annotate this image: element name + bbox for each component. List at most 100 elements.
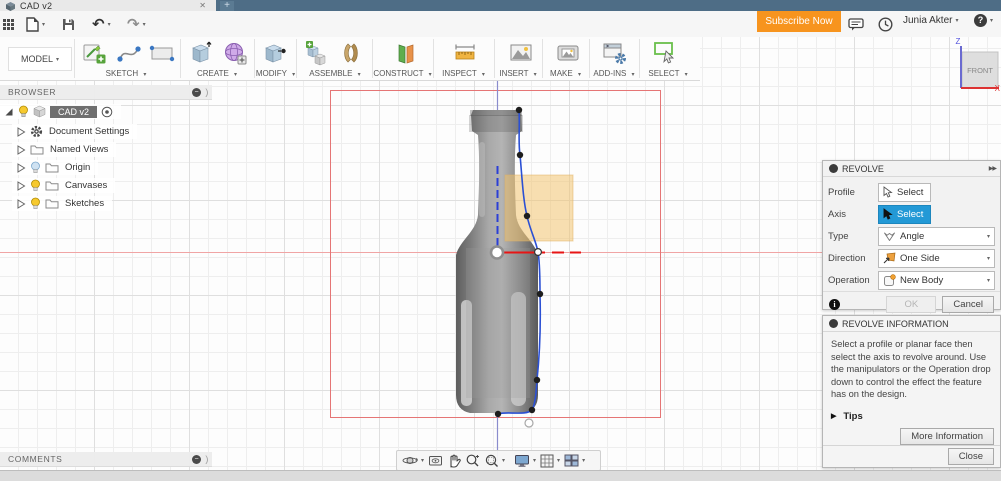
create-sketch-button[interactable] bbox=[82, 40, 108, 66]
form-sphere-icon bbox=[225, 43, 247, 65]
rectangle-tool-button[interactable] bbox=[149, 40, 175, 66]
profile-select-button[interactable]: Select bbox=[878, 182, 932, 202]
construction-planes-icon bbox=[398, 44, 414, 64]
field-direction: Direction One Side ▾ bbox=[823, 247, 1000, 269]
create-form-button[interactable] bbox=[222, 40, 248, 66]
joint-button[interactable] bbox=[338, 40, 364, 66]
select-tool-button[interactable] bbox=[652, 40, 678, 66]
orbit-button[interactable]: ▾ bbox=[402, 453, 424, 468]
display-settings-button[interactable]: ▾ bbox=[514, 454, 536, 468]
group-sketch[interactable]: SKETCH ▾ bbox=[93, 69, 159, 78]
workspace-switcher[interactable]: MODEL ▾ bbox=[8, 47, 72, 71]
browser-collapse-icon[interactable]: − bbox=[192, 87, 202, 97]
tips-expander[interactable]: ▶ Tips bbox=[823, 407, 1000, 426]
group-select[interactable]: SELECT ▾ bbox=[639, 69, 697, 78]
new-tab-button[interactable]: + bbox=[220, 1, 234, 11]
caret-icon: ▾ bbox=[955, 18, 959, 24]
browser-row-sketches[interactable]: Sketches bbox=[12, 196, 113, 211]
group-assemble[interactable]: ASSEMBLE ▾ bbox=[298, 69, 372, 78]
expand-icon[interactable] bbox=[16, 144, 26, 155]
direction-dropdown[interactable]: One Side ▾ bbox=[878, 248, 995, 268]
axis-select-button[interactable]: Select bbox=[878, 204, 932, 224]
panel-handle-icon[interactable]: ) bbox=[205, 454, 209, 464]
expand-collapse-icon[interactable] bbox=[4, 107, 14, 117]
more-information-button[interactable]: More Information bbox=[900, 427, 994, 445]
info-icon[interactable]: i bbox=[829, 298, 840, 310]
browser-row-document-settings[interactable]: Document Settings bbox=[12, 124, 138, 139]
rectangle-icon bbox=[149, 45, 175, 62]
press-pull-button[interactable] bbox=[262, 40, 288, 66]
caret-icon: ▾ bbox=[986, 233, 990, 240]
group-modify[interactable]: MODIFY ▾ bbox=[255, 69, 296, 78]
group-inspect[interactable]: INSPECT ▾ bbox=[433, 69, 494, 78]
group-make[interactable]: MAKE ▾ bbox=[542, 69, 589, 78]
browser-root-row[interactable]: CAD v2 bbox=[0, 104, 122, 119]
cursor-icon bbox=[883, 186, 893, 198]
file-menu-button[interactable]: ▾ bbox=[26, 15, 45, 33]
document-tab[interactable]: CAD v2 ✕ bbox=[0, 0, 216, 11]
look-at-button[interactable] bbox=[428, 454, 443, 467]
dialog-chevrons-icon[interactable]: ▶▶ bbox=[989, 165, 997, 172]
spline-tool-button[interactable] bbox=[116, 40, 142, 66]
app-grid-icon[interactable] bbox=[3, 15, 14, 33]
visibility-bulb-icon[interactable] bbox=[30, 179, 41, 192]
make-button[interactable] bbox=[555, 40, 581, 66]
panel-handle-icon[interactable]: ) bbox=[205, 87, 209, 97]
viewports-button[interactable]: ▾ bbox=[564, 454, 585, 467]
fit-button[interactable]: ▾ bbox=[484, 453, 505, 468]
subscribe-now-button[interactable]: Subscribe Now bbox=[757, 11, 841, 32]
group-create[interactable]: CREATE ▾ bbox=[184, 69, 250, 78]
zoom-button[interactable] bbox=[465, 453, 480, 468]
document-tab-bar: CAD v2 ✕ + bbox=[0, 0, 1001, 11]
close-button[interactable]: Close bbox=[947, 448, 994, 465]
undo-button[interactable]: ↶ ▾ bbox=[92, 15, 111, 33]
user-account-menu[interactable]: Junia Akter ▾ bbox=[903, 15, 959, 26]
insert-image-button[interactable] bbox=[508, 40, 534, 66]
feedback-button[interactable] bbox=[848, 15, 864, 33]
pan-button[interactable] bbox=[447, 454, 461, 468]
cancel-button[interactable]: Cancel bbox=[942, 295, 994, 313]
expand-icon[interactable] bbox=[16, 180, 26, 191]
redo-button[interactable]: ↷ ▾ bbox=[127, 15, 146, 33]
job-status-button[interactable] bbox=[878, 15, 893, 33]
browser-row-canvases[interactable]: Canvases bbox=[12, 178, 116, 193]
activate-radio-icon[interactable] bbox=[101, 106, 113, 118]
tab-close-icon[interactable]: ✕ bbox=[199, 1, 206, 10]
group-insert[interactable]: INSERT ▾ bbox=[494, 69, 542, 78]
type-dropdown[interactable]: Angle ▾ bbox=[878, 226, 995, 246]
expand-icon[interactable] bbox=[16, 162, 26, 173]
fusion360-window: FRONT Z X CAD v2 ✕ + ▾ ↶ ▾ ↷ ▾ Subscribe… bbox=[0, 0, 1001, 481]
addins-button[interactable] bbox=[602, 40, 628, 66]
revolve-info-titlebar[interactable]: REVOLVE INFORMATION bbox=[823, 316, 1000, 332]
construct-plane-button[interactable] bbox=[392, 40, 418, 66]
save-button[interactable] bbox=[62, 15, 75, 33]
comments-panel-header[interactable]: COMMENTS − ) bbox=[0, 452, 212, 467]
browser-row-origin[interactable]: Origin bbox=[12, 160, 99, 175]
revolve-dialog-titlebar[interactable]: REVOLVE ▶▶ bbox=[823, 161, 1000, 177]
revolve-dialog-title: REVOLVE bbox=[842, 163, 884, 174]
expand-icon[interactable] bbox=[16, 198, 26, 209]
caret-icon: ▾ bbox=[582, 458, 586, 464]
new-component-button[interactable] bbox=[304, 40, 330, 66]
expand-icon[interactable] bbox=[16, 126, 26, 137]
measure-button[interactable] bbox=[452, 40, 478, 66]
field-label: Type bbox=[828, 230, 849, 242]
browser-panel-header[interactable]: BROWSER − ) bbox=[0, 85, 212, 100]
ok-button[interactable]: OK bbox=[886, 295, 937, 313]
field-label: Operation bbox=[828, 274, 870, 286]
grid-snap-button[interactable]: ▾ bbox=[540, 454, 560, 468]
group-addins[interactable]: ADD-INS ▾ bbox=[589, 69, 639, 78]
row-label: Named Views bbox=[50, 144, 109, 155]
quick-access-toolbar: ▾ ↶ ▾ ↷ ▾ Subscribe Now Junia Akter ▾ ? … bbox=[0, 11, 1001, 37]
create-primitive-button[interactable] bbox=[188, 40, 214, 66]
visibility-bulb-off-icon[interactable] bbox=[30, 161, 41, 174]
group-construct[interactable]: CONSTRUCT ▾ bbox=[372, 69, 433, 78]
root-component-label[interactable]: CAD v2 bbox=[50, 105, 98, 118]
browser-row-named-views[interactable]: Named Views bbox=[12, 142, 117, 157]
comments-collapse-icon[interactable]: − bbox=[192, 454, 202, 464]
help-menu[interactable]: ? ▾ bbox=[974, 14, 993, 27]
operation-dropdown[interactable]: New Body ▾ bbox=[878, 270, 995, 290]
visibility-bulb-icon[interactable] bbox=[30, 197, 41, 210]
visibility-bulb-icon[interactable] bbox=[18, 105, 29, 118]
help-icon: ? bbox=[974, 14, 987, 27]
